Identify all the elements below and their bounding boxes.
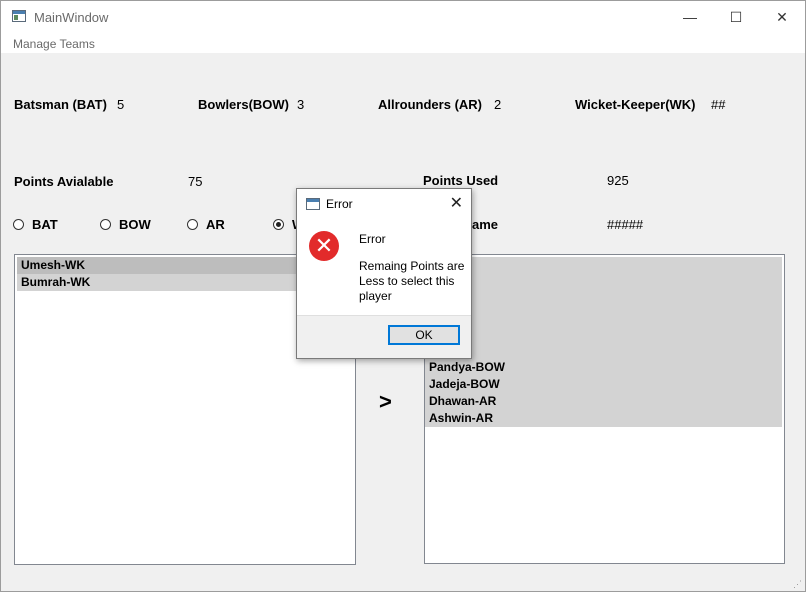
list-item[interactable]: Jadeja-BOW [425,376,782,393]
radio-bat-label: BAT [32,217,58,232]
radio-bow-label: BOW [119,217,151,232]
allrounders-count: 2 [494,97,502,112]
dialog-close-icon[interactable]: ✕ [450,193,463,213]
ok-button[interactable]: OK [388,325,460,345]
close-icon: ✕ [776,8,788,25]
dialog-title: Error [326,197,353,211]
list-item[interactable]: BAT [425,274,782,291]
maximize-button[interactable]: ☐ [713,1,759,33]
menu-bar: Manage Teams [1,33,805,53]
wicket-keeper-count: ## [711,97,726,112]
radio-wk-indicator[interactable] [273,219,284,230]
list-item[interactable]: OW [425,342,782,359]
batsman-count: 5 [117,97,125,112]
points-available-value: 75 [188,174,203,189]
list-item[interactable]: -BAT [425,291,782,308]
dialog-title-bar: Error ✕ [297,189,471,219]
list-item[interactable]: Dhawan-AR [425,393,782,410]
list-item[interactable]: BAT [425,308,782,325]
list-item[interactable]: Pandya-BOW [425,359,782,376]
dialog-message: Remaing Points are Less to select this p… [359,259,465,303]
team-name-value: ##### [607,217,644,232]
bowlers-label: Bowlers(BOW) [198,97,289,112]
error-icon: ✕ [309,231,339,261]
resize-grip-icon[interactable]: ⋰ [793,579,803,589]
radio-bow-indicator[interactable] [100,219,111,230]
points-used-label: Points Used [423,173,499,188]
minimize-button[interactable]: — [667,1,713,33]
add-player-button[interactable]: > [379,389,392,415]
radio-ar[interactable]: AR [187,217,225,232]
dialog-footer: OK [297,315,471,358]
wicket-keeper-label: Wicket-Keeper(WK) [575,97,696,112]
allrounders-label: Allrounders (AR) [378,97,482,112]
minimize-icon: — [683,9,697,25]
radio-ar-label: AR [206,217,225,232]
radio-bat-indicator[interactable] [13,219,24,230]
list-item[interactable]: Ashwin-AR [425,410,782,427]
maximize-icon: ☐ [729,8,743,25]
list-item[interactable]: AT [425,257,782,274]
bowlers-count: 3 [297,97,305,112]
dialog-heading: Error [359,232,386,246]
dialog-app-icon [306,198,320,210]
radio-ar-indicator[interactable] [187,219,198,230]
close-button[interactable]: ✕ [759,1,805,33]
batsman-label: Batsman (BAT) [14,97,107,112]
title-bar: MainWindow — ☐ ✕ [1,1,805,33]
team-name-label: ame [472,217,499,232]
main-window: MainWindow — ☐ ✕ Manage Teams Batsman (B… [0,0,806,592]
radio-bow[interactable]: BOW [100,217,151,232]
error-dialog: Error ✕ ✕ Error Remaing Points are Less … [296,188,472,359]
menu-manage-teams[interactable]: Manage Teams [13,37,95,51]
list-item[interactable]: AT [425,325,782,342]
radio-bat[interactable]: BAT [13,217,58,232]
points-available-label: Points Avialable [14,174,114,189]
app-icon [12,10,26,22]
selected-players-list[interactable]: AT BAT -BAT BAT AT OW Pandya-BOW Jadeja-… [424,254,785,564]
window-title: MainWindow [34,10,109,25]
points-used-value: 925 [607,173,629,188]
